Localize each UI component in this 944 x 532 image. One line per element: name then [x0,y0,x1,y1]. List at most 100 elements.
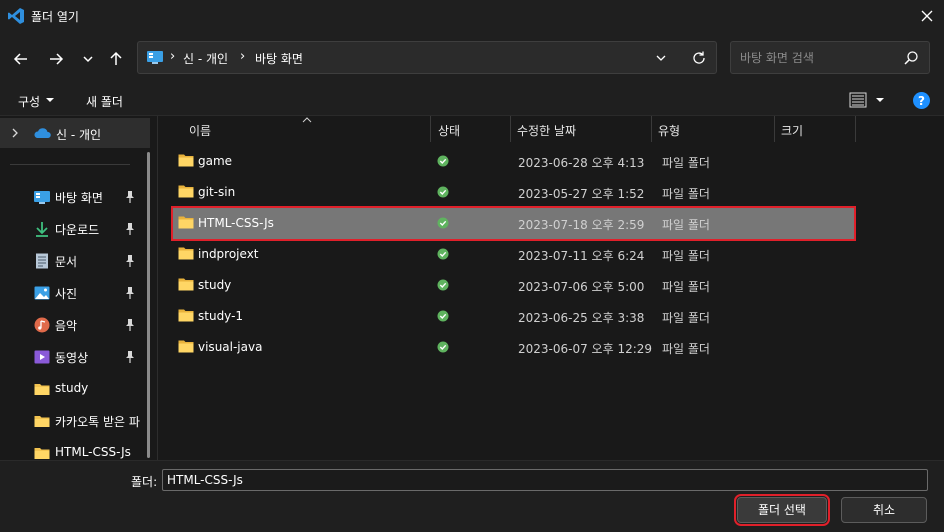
pin-icon [126,287,134,299]
sidebar-item-music[interactable]: 음악 [0,309,150,341]
folder-icon [34,416,50,427]
sidebar-item-label: HTML-CSS-Js [55,445,131,459]
new-folder-button[interactable]: 새 폴더 [86,93,123,110]
folder-icon [178,247,194,260]
file-date: 2023-06-07 오후 12:29 [518,342,653,356]
sidebar-item-documents[interactable]: 문서 [0,245,150,277]
file-name: visual-java [198,340,263,354]
address-row: › 신 - 개인 › 바탕 화면 [0,32,944,84]
video-icon [34,350,50,364]
pin-icon [126,255,134,267]
details-view-icon[interactable] [849,92,867,108]
sync-status-icon [437,186,449,198]
sidebar-item-label: 카카오톡 받은 파 [55,415,140,429]
chevron-down-icon[interactable] [78,49,98,69]
column-header-status[interactable]: 상태 [432,116,510,142]
file-name: HTML-CSS-Js [198,216,274,230]
desktop-icon [147,51,163,64]
column-divider[interactable] [855,116,856,142]
svg-text:?: ? [918,94,925,108]
refresh-icon[interactable] [691,50,707,66]
chevron-right-icon[interactable] [10,127,20,139]
sidebar-item-desktop[interactable]: 바탕 화면 [0,181,150,213]
chevron-down-icon[interactable] [654,51,668,65]
arrow-right-icon[interactable] [46,49,66,69]
breadcrumb-separator: › [240,49,246,64]
file-name: study [198,278,232,292]
file-date: 2023-05-27 오후 1:52 [518,187,645,201]
folder-icon [178,216,194,229]
sync-status-icon [437,155,449,167]
column-divider[interactable] [430,116,431,142]
file-type: 파일 폴더 [662,187,710,201]
sidebar-scrollbar[interactable] [147,152,150,458]
organize-button[interactable]: 구성 [18,93,40,110]
file-row[interactable]: study-1 2023-06-25 오후 3:38 파일 폴더 [173,301,854,332]
file-name: indprojext [198,247,259,261]
address-bar[interactable]: › 신 - 개인 › 바탕 화면 [137,41,717,74]
search-icon[interactable] [903,50,919,66]
sidebar-item-label: 신 - 개인 [56,128,102,142]
caret-down-icon[interactable] [45,96,55,104]
file-row[interactable]: indprojext 2023-07-11 오후 6:24 파일 폴더 [173,239,854,270]
sync-status-icon [437,310,449,322]
sidebar-item-html-css-js[interactable]: HTML-CSS-Js [0,437,150,460]
file-row[interactable]: visual-java 2023-06-07 오후 12:29 파일 폴더 [173,332,854,363]
file-row-selected[interactable]: HTML-CSS-Js 2023-07-18 오후 2:59 파일 폴더 [171,206,856,241]
arrow-left-icon[interactable] [11,49,31,69]
window-title: 폴더 열기 [31,10,79,24]
file-row[interactable]: study 2023-07-06 오후 5:00 파일 폴더 [173,270,854,301]
file-date: 2023-07-06 오후 5:00 [518,280,645,294]
search-input[interactable] [740,49,900,67]
file-row[interactable]: game 2023-06-28 오후 4:13 파일 폴더 [173,146,854,177]
file-date: 2023-06-25 오후 3:38 [518,311,645,325]
sidebar-item-downloads[interactable]: 다운로드 [0,213,150,245]
breadcrumb-separator: › [170,49,176,64]
title-bar: 폴더 열기 [0,0,944,32]
breadcrumb-onedrive[interactable]: 신 - 개인 [183,50,228,67]
file-type: 파일 폴더 [662,218,710,232]
sidebar-item-pictures[interactable]: 사진 [0,277,150,309]
folder-icon [178,185,194,198]
music-icon [34,317,50,333]
caret-down-icon[interactable] [875,96,885,104]
sync-status-icon [437,341,449,353]
breadcrumb-desktop[interactable]: 바탕 화면 [255,50,303,67]
sidebar-item-videos[interactable]: 동영상 [0,341,150,373]
folder-name-field[interactable] [162,469,928,491]
file-date: 2023-07-18 오후 2:59 [518,218,645,232]
column-header-name[interactable]: 이름 [183,116,433,142]
sidebar-item-label: study [55,381,89,395]
file-name: git-sin [198,185,236,199]
command-bar: 구성 새 폴더 ? [0,84,944,116]
column-header-size[interactable]: 크기 [775,116,855,142]
file-type: 파일 폴더 [662,249,710,263]
folder-icon [34,384,50,395]
sync-status-icon [437,217,449,229]
pin-icon [126,319,134,331]
select-folder-button[interactable]: 폴더 선택 [734,494,830,526]
download-icon [36,222,48,237]
arrow-up-icon[interactable] [106,49,126,69]
folder-label: 폴더: [131,475,158,489]
pin-icon [126,223,134,235]
file-type: 파일 폴더 [662,342,710,356]
sidebar-item-study[interactable]: study [0,373,150,405]
column-header-date[interactable]: 수정한 날짜 [511,116,651,142]
column-header-type[interactable]: 유형 [652,116,774,142]
file-list: 이름 상태 수정한 날짜 유형 크기 game 2023-06-28 오후 4:… [159,116,944,460]
sidebar-item-kakaotalk[interactable]: 카카오톡 받은 파 [0,405,150,437]
search-box[interactable] [730,41,930,74]
file-type: 파일 폴더 [662,280,710,294]
file-row[interactable]: git-sin 2023-05-27 오후 1:52 파일 폴더 [173,177,854,208]
divider [10,164,130,165]
file-type: 파일 폴더 [662,156,710,170]
desktop-icon [34,191,50,204]
file-date: 2023-06-28 오후 4:13 [518,156,645,170]
sync-status-icon [437,248,449,260]
close-icon[interactable] [916,5,938,27]
cancel-button[interactable]: 취소 [841,497,927,523]
help-icon[interactable]: ? [913,92,930,109]
sidebar-item-onedrive[interactable]: 신 - 개인 [0,118,150,148]
vscode-icon [8,8,24,24]
